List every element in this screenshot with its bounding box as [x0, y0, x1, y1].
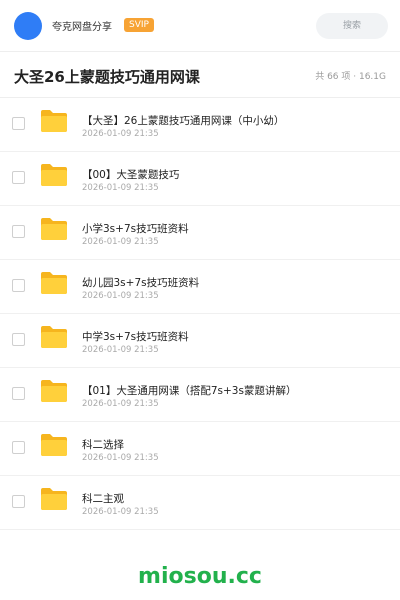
folder-icon	[40, 433, 68, 457]
folder-icon	[40, 163, 68, 187]
file-name: 幼儿园3s+7s技巧班资料	[82, 277, 200, 289]
file-date: 2026-01-09 21:35	[82, 291, 159, 301]
file-date: 2026-01-09 21:35	[82, 237, 159, 247]
folder-icon	[40, 217, 68, 241]
list-item[interactable]: 【大圣】26上蒙题技巧通用网课（中小幼） 2026-01-09 21:35	[0, 98, 400, 152]
file-date: 2026-01-09 21:35	[82, 399, 159, 409]
select-checkbox[interactable]	[12, 333, 25, 346]
file-name: 科二主观	[82, 493, 124, 505]
svip-badge: SVIP	[124, 18, 154, 32]
folder-icon	[40, 379, 68, 403]
list-item[interactable]: 小学3s+7s技巧班资料 2026-01-09 21:35	[0, 206, 400, 260]
file-name: 科二选择	[82, 439, 124, 451]
select-checkbox[interactable]	[12, 441, 25, 454]
list-item[interactable]: 【01】大圣通用网课（搭配7s+3s蒙题讲解） 2026-01-09 21:35	[0, 368, 400, 422]
list-item[interactable]: 【00】大圣蒙题技巧 2026-01-09 21:35	[0, 152, 400, 206]
file-date: 2026-01-09 21:35	[82, 507, 159, 517]
folder-title-bar: 大圣26上蒙题技巧通用网课 共 66 项 · 16.1G	[0, 52, 400, 98]
file-list: 【大圣】26上蒙题技巧通用网课（中小幼） 2026-01-09 21:35 【0…	[0, 98, 400, 530]
select-checkbox[interactable]	[12, 225, 25, 238]
list-item[interactable]: 幼儿园3s+7s技巧班资料 2026-01-09 21:35	[0, 260, 400, 314]
folder-icon	[40, 325, 68, 349]
file-date: 2026-01-09 21:35	[82, 345, 159, 355]
file-date: 2026-01-09 21:35	[82, 129, 159, 139]
select-checkbox[interactable]	[12, 387, 25, 400]
folder-summary: 共 66 项 · 16.1G	[315, 72, 386, 82]
select-checkbox[interactable]	[12, 171, 25, 184]
list-item[interactable]: 科二选择 2026-01-09 21:35	[0, 422, 400, 476]
folder-icon	[40, 109, 68, 133]
file-name: 【大圣】26上蒙题技巧通用网课（中小幼）	[82, 115, 285, 127]
page-title: 大圣26上蒙题技巧通用网课	[14, 68, 200, 86]
file-name: 小学3s+7s技巧班资料	[82, 223, 189, 235]
list-item[interactable]: 科二主观 2026-01-09 21:35	[0, 476, 400, 530]
search-input[interactable]: 搜索	[316, 13, 388, 39]
folder-icon	[40, 487, 68, 511]
list-item[interactable]: 中学3s+7s技巧班资料 2026-01-09 21:35	[0, 314, 400, 368]
file-date: 2026-01-09 21:35	[82, 183, 159, 193]
select-checkbox[interactable]	[12, 495, 25, 508]
watermark: miosou.cc	[138, 564, 262, 589]
select-checkbox[interactable]	[12, 279, 25, 292]
file-name: 中学3s+7s技巧班资料	[82, 331, 189, 343]
file-name: 【01】大圣通用网课（搭配7s+3s蒙题讲解）	[82, 385, 297, 397]
app-header: 夸克网盘分享 SVIP 搜索	[0, 0, 400, 52]
folder-icon	[40, 271, 68, 295]
avatar[interactable]	[14, 12, 42, 40]
select-checkbox[interactable]	[12, 117, 25, 130]
file-name: 【00】大圣蒙题技巧	[82, 169, 180, 181]
file-date: 2026-01-09 21:35	[82, 453, 159, 463]
app-name: 夸克网盘分享	[52, 22, 112, 33]
